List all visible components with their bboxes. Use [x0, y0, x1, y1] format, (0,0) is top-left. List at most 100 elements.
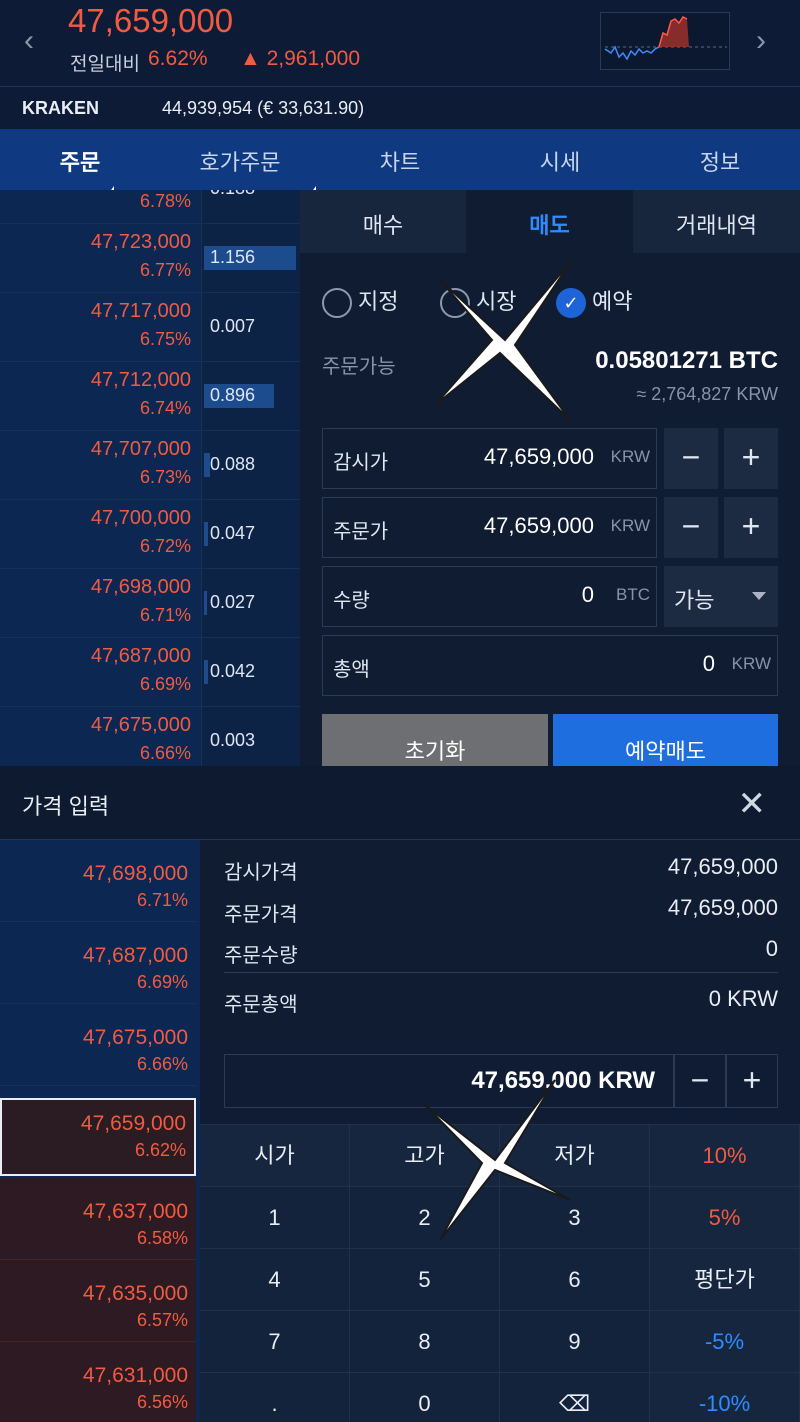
sheet-book-row[interactable]: 47,698,000 6.71%: [0, 840, 196, 922]
key-0[interactable]: 0: [350, 1372, 500, 1422]
tab-history[interactable]: 거래내역: [633, 190, 800, 253]
order-book-price: 47,707,000: [90, 438, 191, 460]
tab-chart[interactable]: 차트: [320, 145, 480, 177]
watch-price-unit: KRW: [610, 447, 650, 466]
order-book-row[interactable]: 47,717,000 6.75% 0.007: [0, 293, 300, 362]
order-type-limit[interactable]: 지정: [322, 284, 398, 319]
sheet-book-row[interactable]: 47,631,000 6.56%: [0, 1342, 196, 1422]
order-book-price: 47,675,000: [90, 714, 191, 736]
summary-total-value: 0 KRW: [708, 986, 778, 1011]
exchange-name: KRAKEN: [22, 98, 100, 118]
order-book-row[interactable]: 47,723,000 6.77% 1.156: [0, 224, 300, 293]
order-book-quantity: 1.156: [210, 247, 256, 267]
quantity-unit: BTC: [616, 585, 650, 604]
tab-order[interactable]: 주문: [0, 145, 160, 193]
watch-price-plus-button[interactable]: +: [724, 428, 778, 489]
key-5[interactable]: 5: [350, 1248, 500, 1310]
price-minus-button[interactable]: −: [674, 1054, 726, 1108]
reserve-sell-button[interactable]: 예약매도: [553, 714, 778, 774]
watch-price-field[interactable]: 감시가 47,659,000 KRW: [322, 428, 657, 489]
tab-info[interactable]: 정보: [640, 145, 800, 177]
sheet-book-row[interactable]: 47,687,000 6.69%: [0, 922, 196, 1004]
tab-orderbook-order[interactable]: 호가주문: [160, 145, 320, 193]
key-6[interactable]: 6: [500, 1248, 650, 1310]
price-plus-button[interactable]: +: [726, 1054, 778, 1108]
order-book-quantity: 0.047: [210, 523, 256, 543]
tab-quotes[interactable]: 시세: [480, 145, 640, 177]
available-btc: 0.05801271 BTC: [595, 347, 778, 374]
sparkle-decoration-icon: [424, 1079, 570, 1241]
radio-circle-icon: [322, 288, 352, 319]
order-book-price: 47,700,000: [90, 507, 191, 529]
prev-coin-button[interactable]: ‹: [24, 24, 34, 58]
order-book-price-cell: 47,712,000 6.74%: [0, 362, 202, 430]
close-icon[interactable]: ✕: [738, 784, 767, 824]
order-book-quantity: 0.088: [210, 454, 256, 474]
main-tabs: 주문 호가주문 차트 시세 정보: [0, 129, 800, 193]
available-krw: ≈ 2,764,827 KRW: [636, 384, 778, 404]
sheet-title: 가격 입력: [22, 794, 110, 819]
order-book-row[interactable]: 47,707,000 6.73% 0.088: [0, 431, 300, 500]
sheet-book-row[interactable]: 47,637,000 6.58%: [0, 1178, 196, 1260]
tab-sell[interactable]: 매도: [466, 190, 633, 253]
key-plus-5-percent[interactable]: 5%: [650, 1186, 800, 1248]
total-field[interactable]: 총액 0 KRW: [322, 635, 778, 696]
reset-button[interactable]: 초기화: [322, 714, 548, 774]
order-book-row[interactable]: 47,675,000 6.66% 0.003: [0, 707, 300, 766]
order-book-percent: 6.66%: [139, 743, 191, 763]
order-book-price: 47,687,000: [90, 645, 191, 667]
key-8[interactable]: 8: [350, 1310, 500, 1372]
order-book-price-cell: 6.78%: [0, 190, 202, 223]
key-avg-price[interactable]: 평단가: [650, 1248, 800, 1310]
key-4[interactable]: 4: [200, 1248, 350, 1310]
order-book-row[interactable]: 47,700,000 6.72% 0.047: [0, 500, 300, 569]
sheet-book-percent: 6.71%: [136, 890, 188, 910]
total-label: 총액: [333, 659, 370, 681]
sheet-book-price: 47,635,000: [82, 1282, 188, 1305]
sheet-book-row-selected[interactable]: 47,659,000 6.62%: [0, 1098, 196, 1176]
order-book-price: 47,717,000: [90, 300, 191, 322]
order-book-percent: 6.71%: [139, 605, 191, 625]
order-price-field[interactable]: 주문가 47,659,000 KRW: [322, 497, 657, 558]
order-book-price-cell: 47,687,000 6.69%: [0, 638, 202, 706]
backspace-icon[interactable]: ⌫: [500, 1372, 650, 1422]
chevron-down-icon: [752, 592, 766, 600]
key-minus-5-percent[interactable]: -5%: [650, 1310, 800, 1372]
key-open-price[interactable]: 시가: [200, 1124, 350, 1186]
available-label: 주문가능: [322, 356, 396, 378]
order-book-price-cell: 47,698,000 6.71%: [0, 569, 202, 637]
key-plus-10-percent[interactable]: 10%: [650, 1124, 800, 1186]
order-book-quantity: 0.188: [210, 190, 255, 199]
total-value: 0: [702, 651, 715, 676]
watch-price-minus-button[interactable]: −: [664, 428, 718, 489]
key-1[interactable]: 1: [200, 1186, 350, 1248]
tab-orderbook-order-label: 호가주문: [199, 150, 281, 175]
sheet-book-percent: 6.66%: [136, 1054, 188, 1074]
mini-price-chart[interactable]: [600, 12, 730, 70]
order-summary: 감시가격 47,659,000 주문가격 47,659,000 주문수량 0 주…: [200, 840, 800, 1038]
sheet-book-row[interactable]: 47,675,000 6.66%: [0, 1004, 196, 1086]
summary-watch-value: 47,659,000: [667, 854, 778, 879]
order-book-price-cell: 47,707,000 6.73%: [0, 431, 202, 499]
order-price-plus-button[interactable]: +: [724, 497, 778, 558]
sheet-book-price: 47,675,000: [82, 1026, 188, 1049]
order-book-row[interactable]: 6.78% 0.188: [0, 190, 300, 224]
sheet-book-row[interactable]: 47,635,000 6.57%: [0, 1260, 196, 1342]
quantity-preset-select[interactable]: 가능: [664, 566, 778, 627]
key-9[interactable]: 9: [500, 1310, 650, 1372]
order-book-row[interactable]: 47,687,000 6.69% 0.042: [0, 638, 300, 707]
next-coin-button[interactable]: ›: [756, 24, 766, 58]
order-book-price: 47,723,000: [90, 231, 191, 253]
sheet-book-percent: 6.56%: [136, 1392, 188, 1412]
summary-watch-label: 감시가격: [224, 862, 298, 884]
order-book-row[interactable]: 47,698,000 6.71% 0.027: [0, 569, 300, 638]
prev-day-label: 전일대비: [70, 54, 140, 75]
tab-buy[interactable]: 매수: [300, 190, 466, 253]
key-minus-10-percent[interactable]: -10%: [650, 1372, 800, 1422]
key-decimal[interactable]: .: [200, 1372, 350, 1422]
quantity-field[interactable]: 수량 0 BTC: [322, 566, 657, 627]
key-7[interactable]: 7: [200, 1310, 350, 1372]
order-book-row[interactable]: 47,712,000 6.74% 0.896: [0, 362, 300, 431]
order-book-quantity: 0.003: [210, 730, 256, 750]
order-price-minus-button[interactable]: −: [664, 497, 718, 558]
